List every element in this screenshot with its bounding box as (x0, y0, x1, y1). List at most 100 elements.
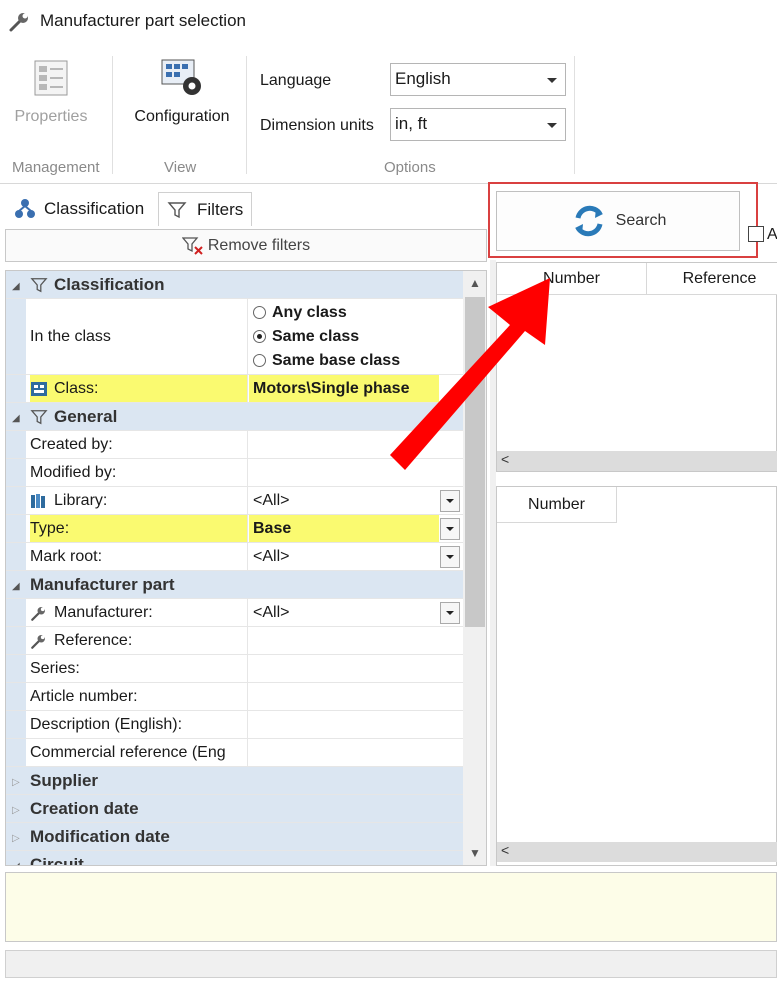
column-header-reference[interactable]: Reference (647, 263, 777, 295)
mark-root-dropdown-button[interactable] (440, 546, 460, 568)
section-general-title: General (30, 403, 117, 430)
row-gutter (6, 515, 26, 542)
class-label-text: Class: (54, 379, 99, 397)
row-reference[interactable]: Reference: (6, 627, 463, 655)
row-gutter (6, 739, 26, 766)
configuration-button[interactable]: Configuration (124, 58, 240, 126)
row-gutter (6, 459, 26, 486)
wrench-icon (31, 634, 45, 649)
row-mark-root[interactable]: Mark root: <All> (6, 543, 463, 571)
properties-button[interactable]: Properties (10, 58, 92, 126)
section-circuit-title: Circuit (30, 854, 84, 866)
section-circuit[interactable]: ◢ Circuit (6, 851, 463, 866)
units-select[interactable]: in, ft (390, 108, 566, 141)
row-commercial-reference[interactable]: Commercial reference (Eng (6, 739, 463, 767)
row-gutter (6, 655, 26, 682)
group-options-label: Options (384, 159, 436, 176)
radio-button[interactable] (253, 306, 266, 319)
auto-checkbox[interactable] (748, 226, 764, 242)
library-label: Library: (30, 487, 248, 514)
radio-any-class[interactable]: Any class (253, 301, 347, 325)
language-select[interactable]: English (390, 63, 566, 96)
reference-value[interactable] (249, 627, 439, 654)
manufacturer-value[interactable]: <All> (249, 599, 439, 626)
collapse-icon[interactable]: ◢ (12, 861, 20, 865)
remove-filters-label: Remove filters (207, 236, 311, 254)
row-gutter (6, 711, 26, 738)
manufacturer-dropdown-button[interactable] (440, 602, 460, 624)
tab-filters[interactable]: Filters (158, 192, 253, 226)
section-creation-date[interactable]: ▷ Creation date (6, 795, 463, 823)
radio-button-selected[interactable] (253, 330, 266, 343)
commercial-reference-value[interactable] (249, 739, 439, 766)
series-value[interactable] (249, 655, 439, 682)
wrench-icon (31, 606, 45, 621)
properties-label: Properties (14, 108, 88, 125)
row-type[interactable]: Type: Base (6, 515, 463, 543)
manufacturer-label: Manufacturer: (30, 599, 248, 626)
section-modification-date[interactable]: ▷ Modification date (6, 823, 463, 851)
description-label: Description (English): (30, 711, 248, 738)
column-header-number[interactable]: Number (497, 487, 617, 523)
type-dropdown-button[interactable] (440, 518, 460, 540)
filter-icon (167, 201, 187, 218)
filter-icon (30, 277, 48, 292)
expand-icon[interactable]: ▷ (12, 805, 20, 816)
row-gutter (6, 543, 26, 570)
radio-same-base-class[interactable]: Same base class (253, 349, 400, 373)
description-value[interactable] (249, 711, 439, 738)
properties-icon (34, 60, 68, 96)
row-gutter (6, 431, 26, 458)
scroll-left-icon[interactable]: < (501, 842, 509, 858)
collapse-icon[interactable]: ◢ (12, 413, 20, 424)
library-label-text: Library: (54, 491, 108, 509)
library-value[interactable]: <All> (249, 487, 439, 514)
tab-filters-label: Filters (197, 199, 244, 219)
section-creation-date-title: Creation date (30, 798, 139, 818)
ribbon: Properties Management Configuration View… (0, 48, 777, 184)
library-dropdown-button[interactable] (440, 490, 460, 512)
collapse-icon[interactable]: ◢ (12, 281, 20, 292)
reference-label: Reference: (30, 627, 248, 654)
search-highlight-frame (488, 182, 758, 258)
horizontal-scrollbar[interactable]: < (497, 842, 777, 862)
chevron-down-icon (547, 78, 557, 83)
modified-by-label: Modified by: (30, 459, 248, 486)
language-value: English (395, 69, 451, 88)
row-gutter (6, 599, 26, 626)
tab-classification-label: Classification (44, 199, 145, 218)
auto-checkbox-label: A (767, 226, 777, 243)
section-classification-title: Classification (30, 271, 165, 298)
row-library[interactable]: Library: <All> (6, 487, 463, 515)
row-gutter (6, 299, 26, 374)
row-series[interactable]: Series: (6, 655, 463, 683)
radio-button[interactable] (253, 354, 266, 367)
status-bar (5, 950, 777, 978)
row-gutter (6, 683, 26, 710)
section-manufacturer-part[interactable]: ◢ Manufacturer part (6, 571, 463, 599)
expand-icon[interactable]: ▷ (12, 777, 20, 788)
article-number-value[interactable] (249, 683, 439, 710)
ribbon-separator (112, 56, 113, 174)
expand-icon[interactable]: ▷ (12, 833, 20, 844)
scroll-down-icon[interactable]: ▼ (463, 841, 486, 865)
article-number-label: Article number: (30, 683, 248, 710)
classification-icon (15, 199, 35, 218)
collapse-icon[interactable]: ◢ (12, 581, 20, 592)
type-value[interactable]: Base (249, 515, 439, 542)
manufacturer-label-text: Manufacturer: (54, 603, 153, 621)
commercial-reference-label: Commercial reference (Eng (30, 739, 248, 766)
tab-classification[interactable]: Classification (6, 192, 152, 226)
description-panel (5, 872, 777, 942)
window-title: Manufacturer part selection (40, 11, 246, 30)
remove-filters-button[interactable]: Remove filters (5, 229, 487, 262)
annotation-arrow-icon (390, 278, 550, 470)
row-article-number[interactable]: Article number: (6, 683, 463, 711)
row-manufacturer[interactable]: Manufacturer: <All> (6, 599, 463, 627)
radio-same-class[interactable]: Same class (253, 325, 359, 349)
section-title-text: Classification (54, 274, 165, 294)
mark-root-value[interactable]: <All> (249, 543, 439, 570)
section-supplier[interactable]: ▷ Supplier (6, 767, 463, 795)
remove-filter-icon (181, 236, 203, 255)
row-description[interactable]: Description (English): (6, 711, 463, 739)
